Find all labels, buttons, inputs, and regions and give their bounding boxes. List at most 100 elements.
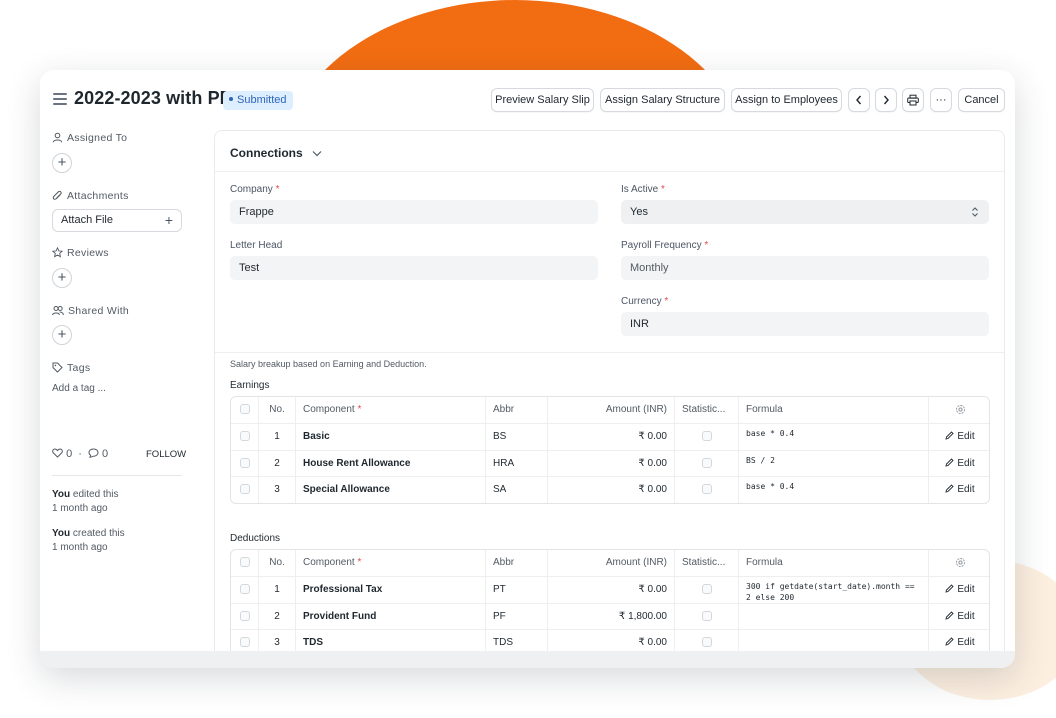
- row-formula[interactable]: 300 if getdate(start_date).month == 2 el…: [738, 577, 928, 603]
- table-row[interactable]: 2 Provident Fund PF ₹ 1,800.00 Edit: [231, 602, 989, 630]
- activity-item: You created this 1 month ago: [52, 528, 125, 553]
- chevron-left-icon: [856, 95, 862, 105]
- row-amount[interactable]: ₹ 0.00: [547, 577, 674, 603]
- attachments-label: Attachments: [52, 190, 129, 202]
- tags-label: Tags: [52, 362, 90, 374]
- more-options-button[interactable]: ···: [930, 88, 952, 112]
- row-formula[interactable]: base * 0.4: [738, 424, 928, 450]
- print-button[interactable]: [902, 88, 924, 112]
- row-checkbox[interactable]: [231, 577, 258, 603]
- row-amount[interactable]: ₹ 0.00: [547, 424, 674, 450]
- column-settings-button[interactable]: [928, 397, 989, 423]
- row-edit-button[interactable]: Edit: [928, 450, 989, 476]
- row-abbr[interactable]: PT: [485, 577, 547, 603]
- row-component[interactable]: Basic: [295, 424, 485, 450]
- row-statistical-checkbox[interactable]: [674, 477, 738, 503]
- row-statistical-checkbox[interactable]: [674, 424, 738, 450]
- is-active-select[interactable]: Yes: [621, 200, 989, 224]
- add-review-button[interactable]: +: [52, 268, 72, 288]
- hamburger-menu-icon[interactable]: [53, 93, 67, 107]
- select-arrows-icon: [972, 207, 978, 217]
- row-no: 3: [258, 477, 295, 503]
- assign-salary-structure-button[interactable]: Assign Salary Structure: [600, 88, 725, 112]
- col-statistical: Statistic...: [674, 550, 738, 576]
- row-abbr[interactable]: BS: [485, 424, 547, 450]
- row-statistical-checkbox[interactable]: [674, 450, 738, 476]
- table-header-row: No. Component * Abbr Amount (INR) Statis…: [231, 550, 989, 576]
- comment-icon[interactable]: [88, 448, 99, 459]
- table-row[interactable]: 1 Professional Tax PT ₹ 0.00 300 if getd…: [231, 576, 989, 603]
- row-component[interactable]: Special Allowance: [295, 477, 485, 503]
- tag-icon: [52, 362, 63, 373]
- printer-icon: [907, 94, 919, 106]
- user-icon: [52, 132, 63, 143]
- row-checkbox[interactable]: [231, 451, 258, 477]
- status-badge: Submitted: [223, 91, 293, 110]
- chevron-down-icon: [312, 151, 322, 157]
- row-abbr[interactable]: HRA: [485, 450, 547, 476]
- row-formula[interactable]: [738, 603, 928, 629]
- col-abbr: Abbr: [485, 397, 547, 423]
- row-formula[interactable]: BS / 2: [738, 450, 928, 476]
- row-amount[interactable]: ₹ 1,800.00: [547, 603, 674, 629]
- heart-icon[interactable]: [52, 448, 63, 458]
- row-component[interactable]: Professional Tax: [295, 577, 485, 603]
- row-edit-button[interactable]: Edit: [928, 603, 989, 629]
- select-all-checkbox[interactable]: [231, 550, 258, 576]
- table-row[interactable]: 3 Special Allowance SA ₹ 0.00 base * 0.4…: [231, 476, 989, 503]
- deductions-label: Deductions: [230, 533, 281, 544]
- column-settings-button[interactable]: [928, 550, 989, 576]
- next-button[interactable]: [875, 88, 897, 112]
- follow-button[interactable]: FOLLOW: [146, 449, 186, 460]
- cancel-button[interactable]: Cancel: [958, 88, 1005, 112]
- connections-toggle[interactable]: Connections: [230, 146, 322, 160]
- payroll-frequency-label: Payroll Frequency *: [621, 240, 709, 251]
- payroll-frequency-field[interactable]: Monthly: [621, 256, 989, 280]
- pencil-icon: [945, 637, 955, 646]
- pencil-icon: [945, 431, 955, 440]
- comment-count: 0: [102, 448, 109, 460]
- row-checkbox[interactable]: [231, 604, 258, 630]
- row-no: 1: [258, 424, 295, 450]
- letter-head-label: Letter Head: [230, 240, 283, 251]
- col-amount: Amount (INR): [547, 550, 674, 576]
- row-component[interactable]: Provident Fund: [295, 603, 485, 629]
- assign-to-employees-button[interactable]: Assign to Employees: [731, 88, 842, 112]
- add-tag-link[interactable]: Add a tag ...: [52, 383, 106, 394]
- row-abbr[interactable]: PF: [485, 603, 547, 629]
- select-all-checkbox[interactable]: [231, 397, 258, 423]
- row-checkbox[interactable]: [231, 424, 258, 450]
- gear-icon: [955, 404, 965, 414]
- row-statistical-checkbox[interactable]: [674, 577, 738, 603]
- col-no: No.: [258, 397, 295, 423]
- row-component[interactable]: House Rent Allowance: [295, 450, 485, 476]
- row-formula[interactable]: base * 0.4: [738, 477, 928, 503]
- attach-file-button[interactable]: Attach File +: [52, 209, 182, 232]
- activity-item: You edited this 1 month ago: [52, 489, 119, 514]
- currency-field[interactable]: INR: [621, 312, 989, 336]
- preview-salary-slip-button[interactable]: Preview Salary Slip: [491, 88, 594, 112]
- previous-button[interactable]: [848, 88, 870, 112]
- row-statistical-checkbox[interactable]: [674, 603, 738, 629]
- row-amount[interactable]: ₹ 0.00: [547, 450, 674, 476]
- col-formula: Formula: [738, 397, 928, 423]
- letter-head-field[interactable]: Test: [230, 256, 598, 280]
- row-abbr[interactable]: SA: [485, 477, 547, 503]
- earnings-table: No. Component * Abbr Amount (INR) Statis…: [230, 396, 990, 504]
- add-assignee-button[interactable]: +: [52, 153, 72, 173]
- like-count: 0: [66, 448, 73, 460]
- pencil-icon: [945, 610, 955, 620]
- table-row[interactable]: 2 House Rent Allowance HRA ₹ 0.00 BS / 2…: [231, 449, 989, 477]
- reviews-label: Reviews: [51, 246, 109, 259]
- add-share-button[interactable]: +: [52, 325, 72, 345]
- deductions-table: No. Component * Abbr Amount (INR) Statis…: [230, 549, 990, 657]
- row-edit-button[interactable]: Edit: [928, 477, 989, 503]
- status-text: Submitted: [237, 94, 287, 106]
- row-edit-button[interactable]: Edit: [928, 577, 989, 603]
- page-title: 2022-2023 with PF: [74, 88, 231, 108]
- company-field[interactable]: Frappe: [230, 200, 598, 224]
- row-edit-button[interactable]: Edit: [928, 424, 989, 450]
- table-row[interactable]: 1 Basic BS ₹ 0.00 base * 0.4 Edit: [231, 423, 989, 450]
- row-checkbox[interactable]: [231, 477, 258, 503]
- row-amount[interactable]: ₹ 0.00: [547, 477, 674, 503]
